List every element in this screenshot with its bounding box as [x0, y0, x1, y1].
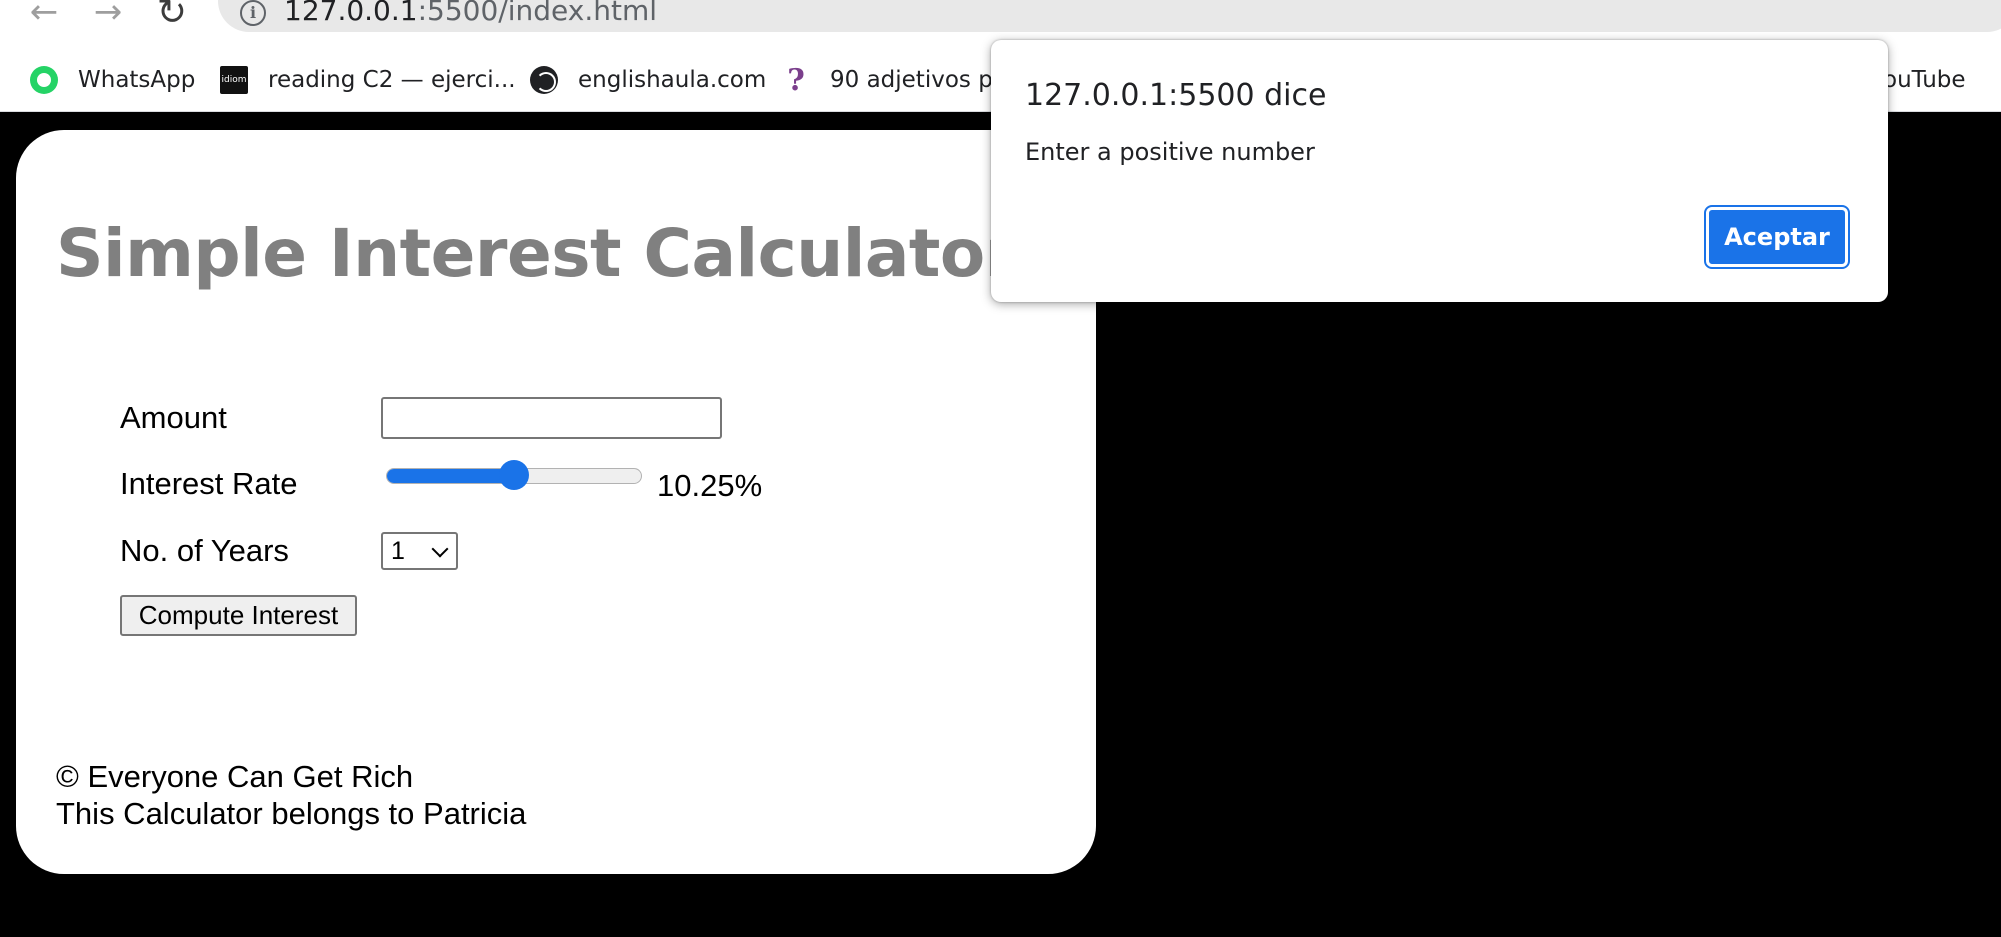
slider-thumb[interactable]: [499, 460, 529, 490]
years-label: No. of Years: [120, 533, 289, 568]
alert-dialog: 127.0.0.1:5500 dice Enter a positive num…: [991, 40, 1888, 302]
slider-fill: [387, 469, 515, 483]
dialog-ok-button[interactable]: Aceptar: [1704, 205, 1850, 269]
url-text[interactable]: 127.0.0.1:5500/index.html: [284, 0, 657, 27]
chevron-down-icon: [431, 540, 449, 558]
interest-rate-label: Interest Rate: [120, 466, 298, 501]
calculator-card: Simple Interest Calculator Amount Intere…: [16, 130, 1096, 874]
amount-input[interactable]: [381, 397, 722, 439]
page-title: Simple Interest Calculator: [56, 215, 1017, 292]
dialog-title: 127.0.0.1:5500 dice: [1025, 78, 1327, 113]
interest-rate-slider[interactable]: [386, 460, 642, 490]
globe-icon: [530, 66, 558, 94]
whatsapp-icon: [30, 66, 58, 94]
url-path: :5500/index.html: [417, 0, 658, 27]
bookmark-englishaula[interactable]: englishaula.com: [530, 58, 766, 102]
amount-label: Amount: [120, 400, 227, 435]
bookmark-reading-c2[interactable]: idiom reading C2 — ejerci...: [220, 58, 516, 102]
footer-owner: This Calculator belongs to Patricia: [56, 796, 527, 831]
dialog-message: Enter a positive number: [1025, 138, 1315, 166]
idiom-icon: idiom: [220, 66, 248, 94]
bookmark-label: reading C2 — ejerci...: [268, 67, 516, 93]
years-select[interactable]: 1: [381, 532, 458, 570]
question-icon: ?: [787, 62, 805, 98]
footer: © Everyone Can Get Rich This Calculator …: [56, 758, 526, 832]
forward-icon[interactable]: →: [86, 0, 130, 32]
bookmark-label: englishaula.com: [578, 67, 767, 93]
years-selected-value: 1: [391, 536, 405, 565]
reload-icon[interactable]: ↻: [150, 0, 194, 33]
footer-copyright: © Everyone Can Get Rich: [56, 759, 414, 794]
back-icon[interactable]: ←: [22, 0, 66, 32]
interest-rate-value: 10.25%: [657, 468, 763, 503]
bookmark-whatsapp[interactable]: WhatsApp: [30, 58, 195, 102]
bookmark-label: 90 adjetivos per: [830, 67, 1017, 93]
bookmark-label: WhatsApp: [78, 67, 196, 93]
info-icon[interactable]: i: [240, 0, 266, 26]
compute-interest-button[interactable]: Compute Interest: [120, 595, 357, 636]
bookmark-90-adjetivos[interactable]: ? 90 adjetivos per: [782, 58, 1016, 102]
url-host: 127.0.0.1: [284, 0, 418, 27]
